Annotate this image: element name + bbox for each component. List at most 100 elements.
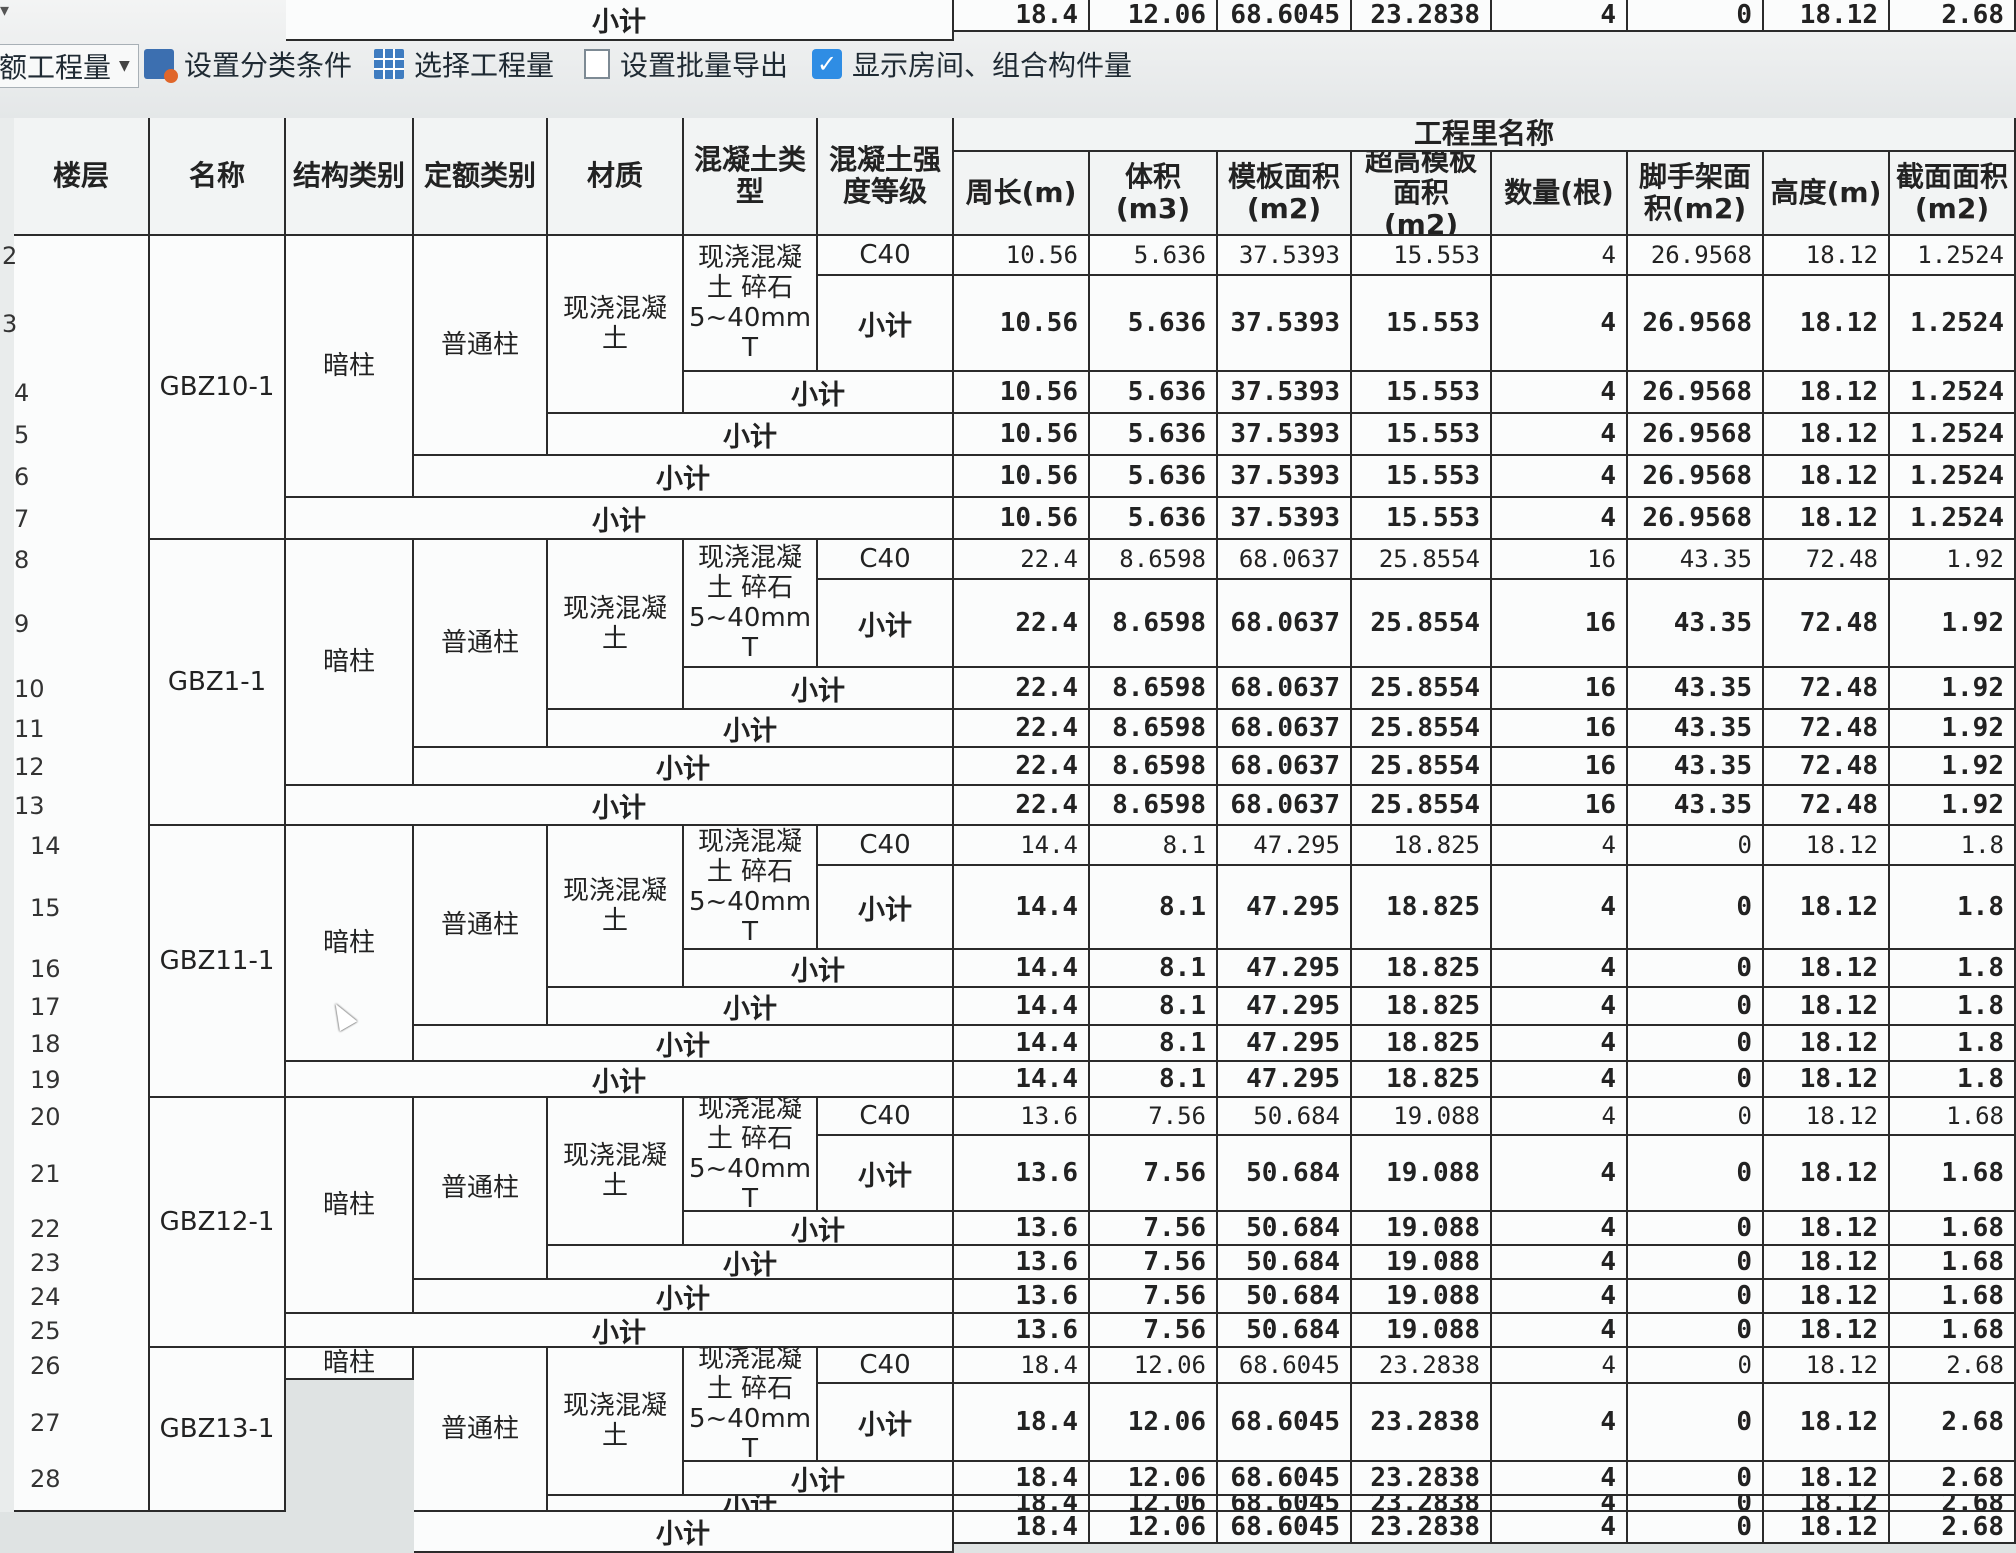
component-name-cell[interactable]: GBZ12-1 — [150, 1098, 286, 1348]
subtotal-value[interactable]: 37.5393 — [1218, 414, 1352, 456]
row-number[interactable]: 20 — [30, 1103, 61, 1131]
subtotal-value[interactable]: 1.92 — [1890, 748, 2016, 786]
subtotal-value[interactable]: 16 — [1492, 710, 1628, 748]
row-number[interactable]: 25 — [30, 1317, 61, 1345]
subtotal-value[interactable]: 19.088 — [1352, 1136, 1492, 1212]
row-number[interactable]: 14 — [30, 832, 61, 860]
subtotal-value[interactable]: 4 — [1492, 1280, 1628, 1314]
subtotal-value[interactable]: 13.6 — [954, 1212, 1090, 1246]
subtotal-value[interactable]: 14.4 — [954, 1026, 1090, 1062]
subtotal-value[interactable]: 1.8 — [1890, 866, 2016, 950]
material-cell[interactable]: 现浇混凝土 — [548, 826, 684, 988]
subtotal-value[interactable]: 23.2838 — [1352, 1496, 1492, 1512]
subtotal-value[interactable]: 68.6045 — [1218, 0, 1352, 32]
row-number[interactable]: 27 — [30, 1409, 61, 1437]
subtotal-value[interactable]: 12.06 — [1090, 1496, 1218, 1512]
quantity-value[interactable]: 19.088 — [1352, 1098, 1492, 1136]
subtotal-value[interactable]: 68.0637 — [1218, 786, 1352, 826]
subtotal-value[interactable]: 22.4 — [954, 748, 1090, 786]
row-number[interactable]: 22 — [30, 1215, 61, 1243]
row-number[interactable]: 19 — [30, 1066, 61, 1094]
component-name-cell[interactable]: GBZ10-1 — [150, 236, 286, 540]
subtotal-value[interactable]: 15.553 — [1352, 372, 1492, 414]
subtotal-value[interactable]: 1.92 — [1890, 580, 2016, 668]
quantity-value[interactable]: 0 — [1628, 1098, 1764, 1136]
subtotal-value[interactable]: 1.92 — [1890, 786, 2016, 826]
subtotal-value[interactable]: 18.12 — [1764, 1062, 1890, 1098]
subtotal-value[interactable]: 1.8 — [1890, 988, 2016, 1026]
subtotal-value[interactable]: 1.8 — [1890, 1062, 2016, 1098]
quantity-value[interactable]: 72.48 — [1764, 540, 1890, 580]
concrete-type-cell[interactable]: 现浇混凝土 碎石5~40mm T — [684, 1098, 818, 1212]
subtotal-value[interactable]: 19.088 — [1352, 1280, 1492, 1314]
subtotal-value[interactable]: 68.6045 — [1218, 1462, 1352, 1496]
subtotal-value[interactable]: 4 — [1492, 276, 1628, 372]
row-number[interactable]: 26 — [30, 1352, 61, 1380]
subtotal-value[interactable]: 72.48 — [1764, 748, 1890, 786]
subtotal-value[interactable]: 18.12 — [1764, 1462, 1890, 1496]
subtotal-value[interactable]: 1.2524 — [1890, 276, 2016, 372]
subtotal-value[interactable]: 18.4 — [954, 0, 1090, 32]
subtotal-value[interactable]: 12.06 — [1090, 1512, 1218, 1544]
material-cell[interactable]: 现浇混凝土 — [548, 1348, 684, 1496]
subtotal-value[interactable]: 18.12 — [1764, 1246, 1890, 1280]
subtotal-value[interactable]: 18.4 — [954, 1462, 1090, 1496]
subtotal-value[interactable]: 37.5393 — [1218, 498, 1352, 540]
quantity-value[interactable]: 18.825 — [1352, 826, 1492, 866]
header-name[interactable]: 名称 — [150, 118, 286, 236]
concrete-type-cell[interactable]: 现浇混凝土 碎石5~40mm T — [684, 236, 818, 372]
subtotal-value[interactable]: 37.5393 — [1218, 276, 1352, 372]
quantity-value[interactable]: 0 — [1628, 826, 1764, 866]
subtotal-value[interactable]: 18.12 — [1764, 1512, 1890, 1544]
concrete-grade-cell[interactable]: C40 — [818, 540, 954, 580]
header-floor[interactable]: 楼层 — [14, 118, 150, 236]
subtotal-value[interactable]: 18.12 — [1764, 414, 1890, 456]
subtotal-value[interactable]: 18.825 — [1352, 950, 1492, 988]
subtotal-value[interactable]: 5.636 — [1090, 498, 1218, 540]
row-number[interactable]: 28 — [30, 1465, 61, 1493]
quantity-value[interactable]: 7.56 — [1090, 1098, 1218, 1136]
subtotal-value[interactable]: 10.56 — [954, 372, 1090, 414]
header-quantity-7[interactable]: 截面面积(m2) — [1890, 152, 2016, 236]
subtotal-value[interactable]: 18.12 — [1764, 0, 1890, 32]
subtotal-value[interactable]: 4 — [1492, 1246, 1628, 1280]
subtotal-value[interactable]: 26.9568 — [1628, 414, 1764, 456]
row-number[interactable]: 13 — [14, 792, 45, 820]
header-quantity-3[interactable]: 超高模板面积(m2) — [1352, 152, 1492, 236]
row-number[interactable]: 12 — [14, 753, 45, 781]
subtotal-value[interactable]: 68.0637 — [1218, 668, 1352, 710]
subtotal-value[interactable]: 18.12 — [1764, 372, 1890, 414]
subtotal-value[interactable]: 13.6 — [954, 1136, 1090, 1212]
subtotal-value[interactable]: 0 — [1628, 1246, 1764, 1280]
subtotal-value[interactable]: 12.06 — [1090, 0, 1218, 32]
quantity-value[interactable]: 10.56 — [954, 236, 1090, 276]
subtotal-value[interactable]: 23.2838 — [1352, 1512, 1492, 1544]
subtotal-value[interactable]: 47.295 — [1218, 866, 1352, 950]
subtotal-value[interactable]: 43.35 — [1628, 748, 1764, 786]
quantity-value[interactable]: 4 — [1492, 236, 1628, 276]
subtotal-value[interactable]: 7.56 — [1090, 1136, 1218, 1212]
subtotal-value[interactable]: 13.6 — [954, 1280, 1090, 1314]
subtotal-value[interactable]: 0 — [1628, 1496, 1764, 1512]
subtotal-value[interactable]: 4 — [1492, 372, 1628, 414]
quantity-value[interactable]: 13.6 — [954, 1098, 1090, 1136]
subtotal-value[interactable]: 4 — [1492, 1026, 1628, 1062]
subtotal-value[interactable]: 10.56 — [954, 456, 1090, 498]
subtotal-value[interactable]: 19.088 — [1352, 1212, 1492, 1246]
subtotal-value[interactable]: 50.684 — [1218, 1246, 1352, 1280]
subtotal-value[interactable]: 0 — [1628, 0, 1764, 32]
subtotal-value[interactable]: 4 — [1492, 1062, 1628, 1098]
row-number[interactable]: 18 — [30, 1030, 61, 1058]
subtotal-value[interactable]: 22.4 — [954, 710, 1090, 748]
subtotal-value[interactable]: 4 — [1492, 1136, 1628, 1212]
subtotal-value[interactable]: 25.8554 — [1352, 748, 1492, 786]
quota-type-cell[interactable]: 普通柱 — [414, 1348, 548, 1512]
quantity-value[interactable]: 8.6598 — [1090, 540, 1218, 580]
row-number[interactable]: 10 — [14, 675, 45, 703]
subtotal-value[interactable]: 13.6 — [954, 1246, 1090, 1280]
header-quantity-1[interactable]: 体积(m3) — [1090, 152, 1218, 236]
quantity-value[interactable]: 25.8554 — [1352, 540, 1492, 580]
subtotal-value[interactable]: 8.6598 — [1090, 786, 1218, 826]
quantity-value[interactable]: 18.12 — [1764, 826, 1890, 866]
subtotal-value[interactable]: 19.088 — [1352, 1246, 1492, 1280]
